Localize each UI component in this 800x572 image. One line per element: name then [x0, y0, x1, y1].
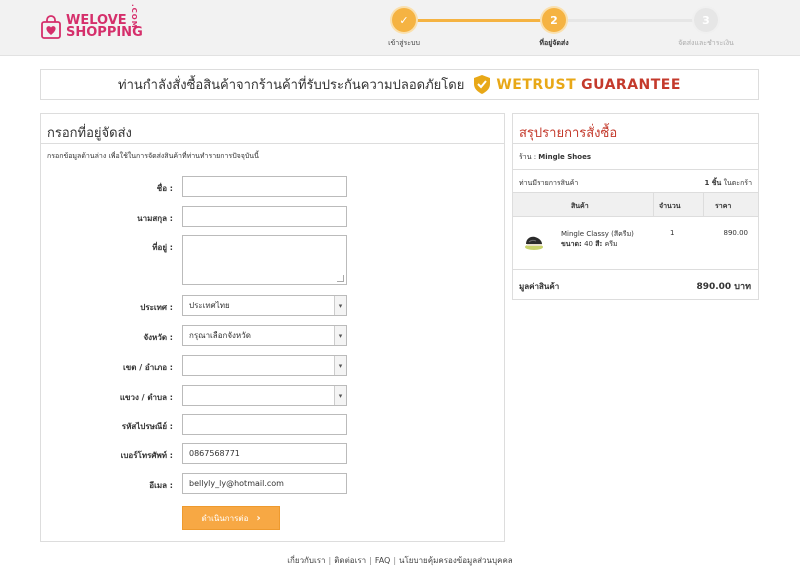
email-label: อีเมล : — [149, 481, 173, 490]
cart-count-number: 1 ชิ้น — [704, 179, 722, 187]
row-province: จังหวัด : กรุณาเลือกจังหวัด ▾ — [41, 325, 506, 347]
address-textarea[interactable] — [182, 235, 347, 285]
subdistrict-label: แขวง / ตำบล : — [119, 393, 173, 402]
continue-button[interactable]: ดำเนินการต่อ › — [182, 506, 280, 530]
table-row: Mingle Classy (สีครีม) ขนาด: 40 สี: ครีม… — [513, 217, 758, 270]
footer-separator: | — [369, 556, 372, 565]
step-2-circle: 2 — [542, 8, 566, 32]
district-label: เขต / อำเภอ : — [123, 363, 173, 372]
size-label: ขนาด: — [561, 240, 582, 248]
logo-com: .COM — [130, 4, 138, 29]
shop-name[interactable]: Mingle Shoes — [538, 153, 591, 161]
chevron-down-icon: ▾ — [334, 356, 346, 375]
form-description: กรอกข้อมูลด้านล่าง เพื่อใช้ในการจัดส่งสิ… — [47, 152, 259, 160]
footer-link-privacy[interactable]: นโยบายคุ้มครองข้อมูลส่วนบุคคล — [399, 556, 513, 565]
continue-button-label: ดำเนินการต่อ — [201, 513, 249, 523]
col-quantity: จำนวน — [659, 202, 681, 210]
country-select[interactable]: ประเทศไทย ▾ — [182, 295, 347, 316]
footer: เกี่ยวกับเรา | ติดต่อเรา | FAQ | นโยบายคุ้มครอ… — [0, 554, 800, 567]
size-value: 40 — [584, 240, 594, 248]
footer-links: เกี่ยวกับเรา | ติดต่อเรา | FAQ | นโยบายคุ้มครอ… — [0, 554, 800, 567]
last-name-input[interactable] — [182, 206, 347, 227]
chevron-right-icon: › — [256, 512, 261, 524]
total-value: 890.00 บาท — [696, 282, 751, 292]
color-value: ครีม — [604, 240, 618, 248]
logo-line2: SHOPPING — [66, 25, 143, 40]
footer-separator: | — [328, 556, 332, 565]
row-last-name: นามสกุล : — [41, 206, 506, 228]
header: WELOVE SHOPPING .COM ✓ 2 3 เข้าสู่ระบบ ท… — [0, 0, 800, 56]
row-subdistrict: แขวง / ตำบล : ▾ — [41, 385, 506, 407]
row-first-name: ชื่อ : — [41, 176, 506, 198]
progress-line-done — [404, 19, 552, 22]
chevron-down-icon: ▾ — [334, 386, 346, 405]
guarantee-banner: ท่านกำลังสั่งซื้อสินค้าจากร้านค้าที่รับป… — [40, 69, 759, 100]
chevron-down-icon: ▾ — [334, 326, 346, 345]
row-country: ประเทศ : ประเทศไทย ▾ — [41, 295, 506, 317]
chevron-down-icon: ▾ — [334, 296, 346, 315]
color-label: สี: — [595, 240, 603, 248]
province-label: จังหวัด : — [143, 333, 173, 342]
province-select-value: กรุณาเลือกจังหวัด — [189, 331, 251, 340]
col-divider — [703, 193, 704, 217]
first-name-label: ชื่อ : — [156, 184, 173, 193]
summary-title: สรุปรายการสั่งซื้อ — [513, 114, 758, 144]
row-district: เขต / อำเภอ : ▾ — [41, 355, 506, 377]
product-shoe-image[interactable] — [523, 230, 545, 252]
step-1-label: เข้าสู่ระบบ — [388, 39, 420, 47]
shop-row: ร้าน : Mingle Shoes — [519, 152, 591, 163]
cart-count-label: ท่านมีรายการสินค้า — [519, 179, 579, 187]
footer-separator: | — [393, 556, 397, 565]
product-spec: ขนาด: 40 สี: ครีม — [561, 239, 618, 250]
cart-count-value: 1 ชิ้น ในตะกร้า — [704, 178, 752, 189]
shield-check-icon — [474, 75, 491, 94]
step-3-circle: 3 — [694, 8, 718, 32]
logo[interactable]: WELOVE SHOPPING — [40, 12, 143, 42]
postcode-label: รหัสไปรษณีย์ : — [121, 422, 173, 431]
row-address: ที่อยู่ : — [41, 235, 506, 287]
banner-brand-guarantee: GUARANTEE — [581, 76, 681, 93]
row-phone: เบอร์โทรศัพท์ : 0867568771 — [41, 443, 506, 465]
cart-count-suffix: ในตะกร้า — [723, 179, 752, 187]
email-input[interactable]: bellyly_ly@hotmail.com — [182, 473, 347, 494]
province-select[interactable]: กรุณาเลือกจังหวัด ▾ — [182, 325, 347, 346]
subdistrict-select[interactable]: ▾ — [182, 385, 347, 406]
total-row: มูลค่าสินค้า 890.00 บาท — [513, 274, 758, 298]
cart-count-row: ท่านมีรายการสินค้า 1 ชิ้น ในตะกร้า — [513, 169, 758, 193]
product-price: 890.00 — [723, 229, 749, 237]
district-select[interactable]: ▾ — [182, 355, 347, 376]
shop-label: ร้าน : — [519, 153, 537, 161]
first-name-input[interactable] — [182, 176, 347, 197]
banner-brand-wetrust: WETRUST — [496, 76, 577, 93]
total-label: มูลค่าสินค้า — [519, 282, 560, 291]
step-2-label: ที่อยู่จัดส่ง — [539, 39, 569, 47]
col-divider — [653, 193, 654, 217]
row-postcode: รหัสไปรษณีย์ : — [41, 414, 506, 436]
col-price: ราคา — [715, 202, 732, 210]
col-product: สินค้า — [571, 202, 589, 210]
address-label: ที่อยู่ : — [152, 243, 173, 252]
form-title: กรอกที่อยู่จัดส่ง — [41, 114, 504, 144]
step-3-label: จัดส่งและชำระเงิน — [678, 39, 734, 47]
product-quantity: 1 — [670, 229, 675, 237]
phone-label: เบอร์โทรศัพท์ : — [120, 451, 173, 460]
row-email: อีเมล : bellyly_ly@hotmail.com — [41, 473, 506, 495]
footer-link-faq[interactable]: FAQ — [375, 556, 391, 565]
checkout-progress: ✓ 2 3 เข้าสู่ระบบ ที่อยู่จัดส่ง จัดส่งแล… — [380, 6, 760, 51]
last-name-label: นามสกุล : — [137, 214, 173, 223]
step-1-checkmark-icon: ✓ — [392, 8, 416, 32]
country-select-value: ประเทศไทย — [189, 301, 230, 310]
order-summary-panel: สรุปรายการสั่งซื้อ ร้าน : Mingle Shoes ท… — [512, 113, 759, 300]
shopping-bag-icon — [40, 15, 62, 39]
shipping-form-panel: กรอกที่อยู่จัดส่ง กรอกข้อมูลด้านล่าง เพื… — [40, 113, 505, 542]
items-table-header: สินค้า จำนวน ราคา — [513, 192, 758, 217]
phone-input[interactable]: 0867568771 — [182, 443, 347, 464]
country-label: ประเทศ : — [140, 303, 173, 312]
footer-link-contact[interactable]: ติดต่อเรา — [334, 556, 366, 565]
footer-link-about[interactable]: เกี่ยวกับเรา — [287, 556, 325, 565]
progress-line-todo — [554, 19, 704, 22]
postcode-input[interactable] — [182, 414, 347, 435]
banner-text: ท่านกำลังสั่งซื้อสินค้าจากร้านค้าที่รับป… — [118, 78, 465, 93]
